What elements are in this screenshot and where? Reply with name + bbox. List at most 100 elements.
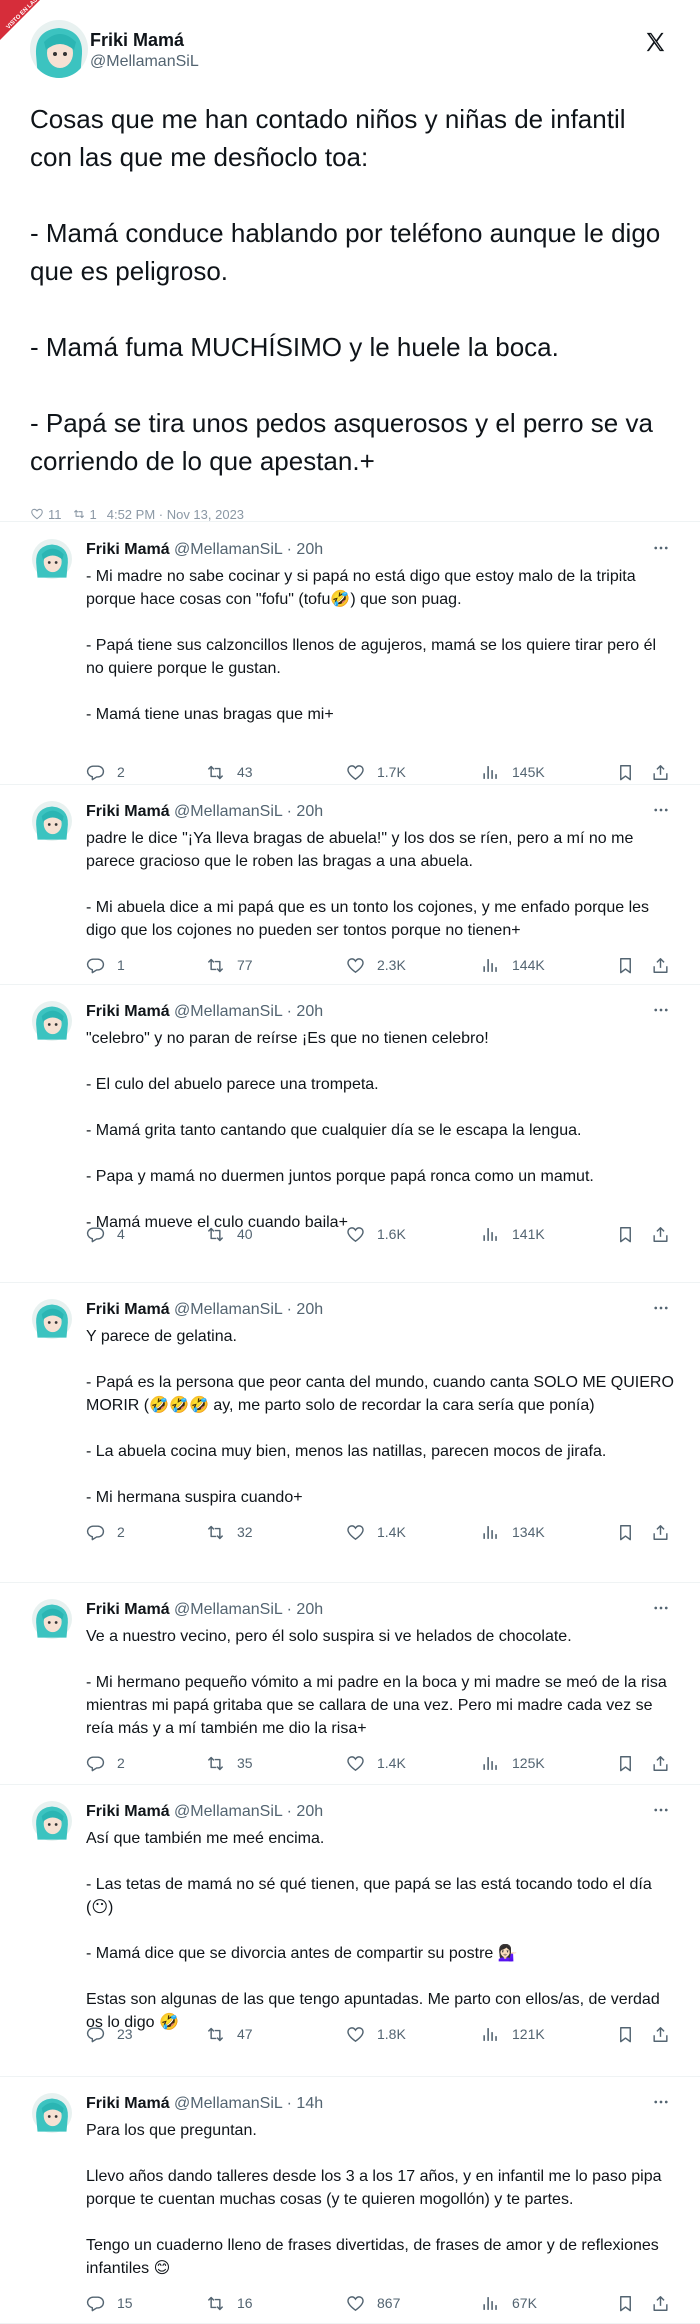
more-options-icon[interactable] <box>652 2093 670 2111</box>
views-button[interactable]: 141K <box>481 1223 545 1245</box>
more-options-icon[interactable] <box>652 1599 670 1617</box>
share-icon <box>653 1524 668 1540</box>
reply-text: padre le dice "¡Ya lleva bragas de abuel… <box>86 830 650 939</box>
reply-button[interactable]: 2 <box>86 1521 125 1543</box>
reply-tweet[interactable]: Friki Mamá @MellamanSiL · 20h Ve a nuest… <box>0 1583 700 1785</box>
reply-author-handle[interactable]: @MellamanSiL <box>174 1601 282 1618</box>
reply-author-name[interactable]: Friki Mamá <box>86 1003 170 1020</box>
reply-author-name[interactable]: Friki Mamá <box>86 1301 170 1318</box>
reply-time[interactable]: · 20h <box>287 1003 323 1020</box>
retweet-count: 47 <box>237 2026 253 2042</box>
retweet-button[interactable]: 77 <box>206 954 253 976</box>
like-count: 2.3K <box>377 957 406 973</box>
like-button[interactable]: 867 <box>346 2292 400 2314</box>
reply-button[interactable]: 1 <box>86 954 125 976</box>
reply-tweet[interactable]: Friki Mamá @MellamanSiL · 20h "celebro" … <box>0 985 700 1283</box>
like-button[interactable]: 1.4K <box>346 1521 406 1543</box>
reply-button[interactable]: 4 <box>86 1223 125 1245</box>
reply-author-handle[interactable]: @MellamanSiL <box>174 541 282 558</box>
share-button[interactable] <box>651 761 670 783</box>
more-options-icon[interactable] <box>652 539 670 557</box>
share-button[interactable] <box>651 1752 670 1774</box>
reply-avatar[interactable] <box>32 1801 72 1841</box>
bookmark-button[interactable] <box>616 761 635 783</box>
more-options-icon[interactable] <box>652 801 670 819</box>
like-button[interactable]: 1.8K <box>346 2023 406 2045</box>
reply-avatar[interactable] <box>32 1299 72 1339</box>
share-icon <box>653 2295 668 2311</box>
reply-avatar[interactable] <box>32 2093 72 2133</box>
reply-time[interactable]: · 20h <box>287 1803 323 1820</box>
reply-button[interactable]: 15 <box>86 2292 133 2314</box>
bookmark-button[interactable] <box>616 2023 635 2045</box>
reply-author-name[interactable]: Friki Mamá <box>86 1601 170 1618</box>
reply-button[interactable]: 2 <box>86 761 125 783</box>
bookmark-button[interactable] <box>616 2292 635 2314</box>
reply-avatar[interactable] <box>32 1001 72 1041</box>
reply-author-name[interactable]: Friki Mamá <box>86 1803 170 1820</box>
heart-icon <box>347 1226 364 1242</box>
more-options-icon[interactable] <box>652 1299 670 1317</box>
retweet-button[interactable]: 32 <box>206 1521 253 1543</box>
bookmark-button[interactable] <box>616 1752 635 1774</box>
reply-author-handle[interactable]: @MellamanSiL <box>174 1803 282 1820</box>
reply-time[interactable]: · 20h <box>287 541 323 558</box>
reply-tweet[interactable]: Friki Mamá @MellamanSiL · 20h padre le d… <box>0 785 700 985</box>
reply-time[interactable]: · 14h <box>287 2095 323 2112</box>
x-logo-icon[interactable] <box>644 31 666 53</box>
reply-author-handle[interactable]: @MellamanSiL <box>174 803 282 820</box>
like-button[interactable]: 1.7K <box>346 761 406 783</box>
reply-button[interactable]: 23 <box>86 2023 133 2045</box>
reply-header: Friki Mamá @MellamanSiL · 20h <box>86 1803 323 1821</box>
share-icon <box>653 1226 668 1242</box>
reply-author-name[interactable]: Friki Mamá <box>86 2095 170 2112</box>
reply-avatar[interactable] <box>32 539 72 579</box>
views-button[interactable]: 125K <box>481 1752 545 1774</box>
views-button[interactable]: 145K <box>481 761 545 783</box>
retweet-button[interactable]: 40 <box>206 1223 253 1245</box>
retweet-button[interactable]: 35 <box>206 1752 253 1774</box>
share-button[interactable] <box>651 2023 670 2045</box>
reply-author-handle[interactable]: @MellamanSiL <box>174 2095 282 2112</box>
reply-tweet[interactable]: Friki Mamá @MellamanSiL · 20h - Mi madre… <box>0 523 700 785</box>
reply-tweet[interactable]: Friki Mamá @MellamanSiL · 14h Para los q… <box>0 2077 700 2324</box>
views-button[interactable]: 121K <box>481 2023 545 2045</box>
reply-tweet[interactable]: Friki Mamá @MellamanSiL · 20h Así que ta… <box>0 1785 700 2077</box>
reply-button[interactable]: 2 <box>86 1752 125 1774</box>
reply-time[interactable]: · 20h <box>287 1301 323 1318</box>
tweet-timestamp[interactable]: 4:52 PM · Nov 13, 2023 <box>107 507 244 522</box>
retweet-button[interactable]: 16 <box>206 2292 253 2314</box>
reply-avatar[interactable] <box>32 801 72 841</box>
views-button[interactable]: 134K <box>481 1521 545 1543</box>
likes-count-group[interactable]: 11 <box>30 507 62 522</box>
bookmark-button[interactable] <box>616 954 635 976</box>
like-button[interactable]: 1.6K <box>346 1223 406 1245</box>
bookmark-button[interactable] <box>616 1223 635 1245</box>
more-options-icon[interactable] <box>652 1801 670 1819</box>
retweet-button[interactable]: 43 <box>206 761 253 783</box>
watermark-logo: VISTO EN LAS REDES <box>0 0 55 40</box>
share-button[interactable] <box>651 954 670 976</box>
author-handle[interactable]: @MellamanSiL <box>90 53 199 71</box>
reply-avatar[interactable] <box>32 1599 72 1639</box>
share-button[interactable] <box>651 2292 670 2314</box>
reply-author-handle[interactable]: @MellamanSiL <box>174 1003 282 1020</box>
like-button[interactable]: 2.3K <box>346 954 406 976</box>
reply-tweet[interactable]: Friki Mamá @MellamanSiL · 20h Y parece d… <box>0 1283 700 1583</box>
retweet-button[interactable]: 47 <box>206 2023 253 2045</box>
share-button[interactable] <box>651 1521 670 1543</box>
views-button[interactable]: 144K <box>481 954 545 976</box>
reply-time[interactable]: · 20h <box>287 1601 323 1618</box>
retweets-count-group[interactable]: 1 <box>72 507 97 522</box>
share-button[interactable] <box>651 1223 670 1245</box>
reply-author-name[interactable]: Friki Mamá <box>86 803 170 820</box>
like-button[interactable]: 1.4K <box>346 1752 406 1774</box>
views-button[interactable]: 67K <box>481 2292 537 2314</box>
reply-time[interactable]: · 20h <box>287 803 323 820</box>
author-name[interactable]: Friki Mamá <box>90 30 184 51</box>
more-options-icon[interactable] <box>652 1001 670 1019</box>
bookmark-button[interactable] <box>616 1521 635 1543</box>
reply-author-name[interactable]: Friki Mamá <box>86 541 170 558</box>
views-count: 145K <box>512 764 545 780</box>
reply-author-handle[interactable]: @MellamanSiL <box>174 1301 282 1318</box>
